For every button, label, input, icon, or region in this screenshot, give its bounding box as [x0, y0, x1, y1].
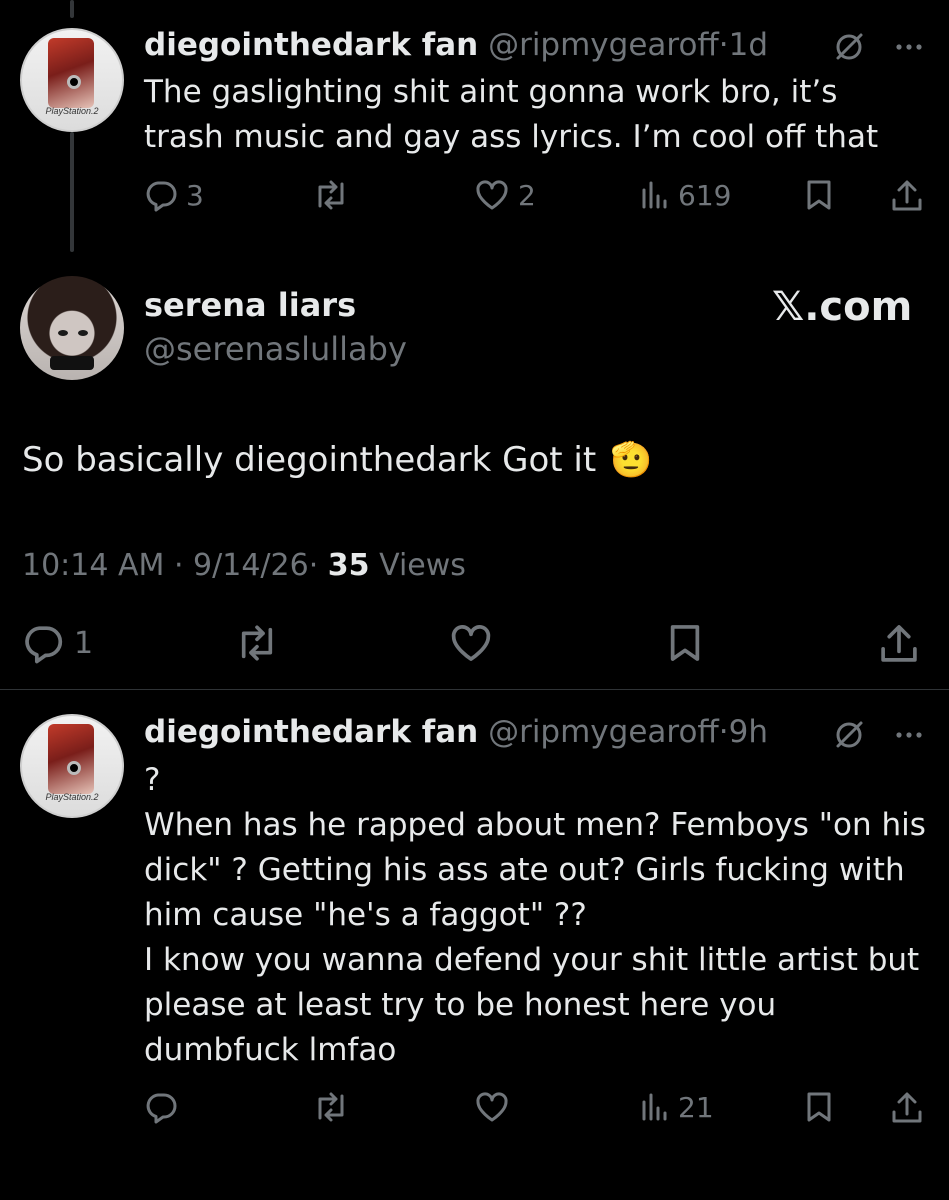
more-icon[interactable] — [894, 42, 924, 52]
repost-icon — [241, 625, 273, 661]
like-button[interactable]: 2 — [474, 178, 536, 212]
views-label[interactable]: Views — [379, 548, 466, 583]
tweet-text: ? When has he rapped about men? Femboys … — [144, 762, 926, 1068]
separator: · — [718, 714, 729, 750]
timestamp[interactable]: 9h — [729, 714, 768, 750]
share-icon — [892, 180, 922, 211]
reply-button[interactable]: 1 — [22, 622, 93, 664]
heart-icon — [476, 1092, 508, 1122]
thread-line-top — [70, 0, 74, 18]
like-button[interactable] — [474, 1090, 510, 1124]
bookmark-button[interactable] — [804, 1090, 834, 1124]
avatar-label: PlayStation.2 — [45, 792, 99, 802]
views-button[interactable]: 21 — [640, 1090, 714, 1124]
avatar-collar — [50, 356, 94, 370]
heart-icon — [451, 625, 491, 661]
user-handle[interactable]: @ripmygearoff — [488, 27, 719, 63]
avatar-eye — [78, 330, 88, 336]
reply-icon — [146, 181, 177, 212]
avatar-disc-hole — [67, 75, 81, 89]
repost-button[interactable] — [234, 622, 280, 664]
avatar-eye — [58, 330, 68, 336]
like-count: 2 — [518, 178, 536, 212]
repost-button[interactable] — [312, 1090, 350, 1124]
views-count: 21 — [678, 1090, 714, 1124]
reply-icon — [146, 1093, 177, 1124]
tweet-meta: 10:14 AM · 9/14/26· 35 Views — [22, 548, 466, 583]
tweet-text: So basically diegointhedark Got it 🫡 — [22, 440, 653, 480]
tweet-text: The gaslighting shit aint gonna work bro… — [144, 74, 879, 155]
display-name[interactable]: diegointhedark fan — [144, 27, 478, 63]
thread-line-connector — [70, 132, 74, 252]
avatar-art — [48, 38, 94, 108]
tweet-time[interactable]: 10:14 AM — [22, 548, 164, 583]
avatar-disc-hole — [67, 761, 81, 775]
reply-button[interactable] — [144, 1090, 178, 1124]
saluting-face-emoji: 🫡 — [610, 440, 653, 480]
share-icon — [892, 1092, 922, 1123]
reply-icon — [25, 626, 63, 664]
share-button[interactable] — [890, 178, 924, 214]
tweet-header: diegointhedark fan @ripmygearoff·1d — [144, 25, 768, 65]
timestamp[interactable]: 1d — [729, 27, 768, 63]
tweet-text-content: So basically diegointhedark Got it — [22, 440, 597, 480]
grok-icon[interactable] — [832, 718, 866, 752]
views-count: 619 — [678, 178, 732, 212]
views-icon — [642, 1093, 667, 1121]
display-name[interactable]: serena liars — [144, 286, 356, 324]
user-handle[interactable]: @serenaslullaby — [144, 330, 407, 368]
views-icon — [642, 181, 667, 209]
heart-icon — [476, 180, 508, 210]
repost-icon — [318, 1092, 344, 1122]
x-com-logo: 𝕏.com — [772, 284, 913, 330]
reply-count: 1 — [74, 625, 94, 661]
action-bar: 21 — [144, 1090, 934, 1134]
avatar-art — [48, 724, 94, 794]
tweet-date[interactable]: 9/14/26 — [193, 548, 309, 583]
user-handle[interactable]: @ripmygearoff — [488, 714, 719, 750]
share-button[interactable] — [878, 622, 920, 666]
separator: · — [173, 548, 184, 583]
bookmark-button[interactable] — [666, 622, 704, 664]
tweet-top-icons — [832, 30, 924, 64]
share-icon — [881, 625, 917, 662]
avatar-label: PlayStation.2 — [45, 106, 99, 116]
display-name[interactable]: diegointhedark fan — [144, 714, 478, 750]
bookmark-icon — [807, 180, 831, 210]
avatar[interactable]: PlayStation.2 — [20, 28, 124, 132]
bookmark-icon — [807, 1092, 831, 1122]
more-icon[interactable] — [894, 730, 924, 740]
share-button[interactable] — [890, 1090, 924, 1126]
bookmark-button[interactable] — [804, 178, 834, 212]
reply-count: 3 — [186, 178, 204, 212]
repost-icon — [318, 180, 344, 210]
tweet-top-icons — [832, 718, 924, 752]
views-count[interactable]: 35 — [328, 548, 370, 583]
separator: · — [308, 548, 319, 583]
tweet-header: diegointhedark fan @ripmygearoff·9h — [144, 712, 768, 752]
separator: · — [718, 27, 729, 63]
action-bar: 3 2 619 — [144, 178, 934, 222]
reply-button[interactable]: 3 — [144, 178, 204, 212]
like-button[interactable] — [448, 622, 494, 664]
views-button[interactable]: 619 — [640, 178, 731, 212]
repost-button[interactable] — [312, 178, 358, 212]
divider — [0, 689, 949, 690]
bookmark-icon — [670, 625, 700, 661]
avatar[interactable]: PlayStation.2 — [20, 714, 124, 818]
grok-icon[interactable] — [832, 30, 866, 64]
avatar[interactable] — [20, 276, 124, 380]
